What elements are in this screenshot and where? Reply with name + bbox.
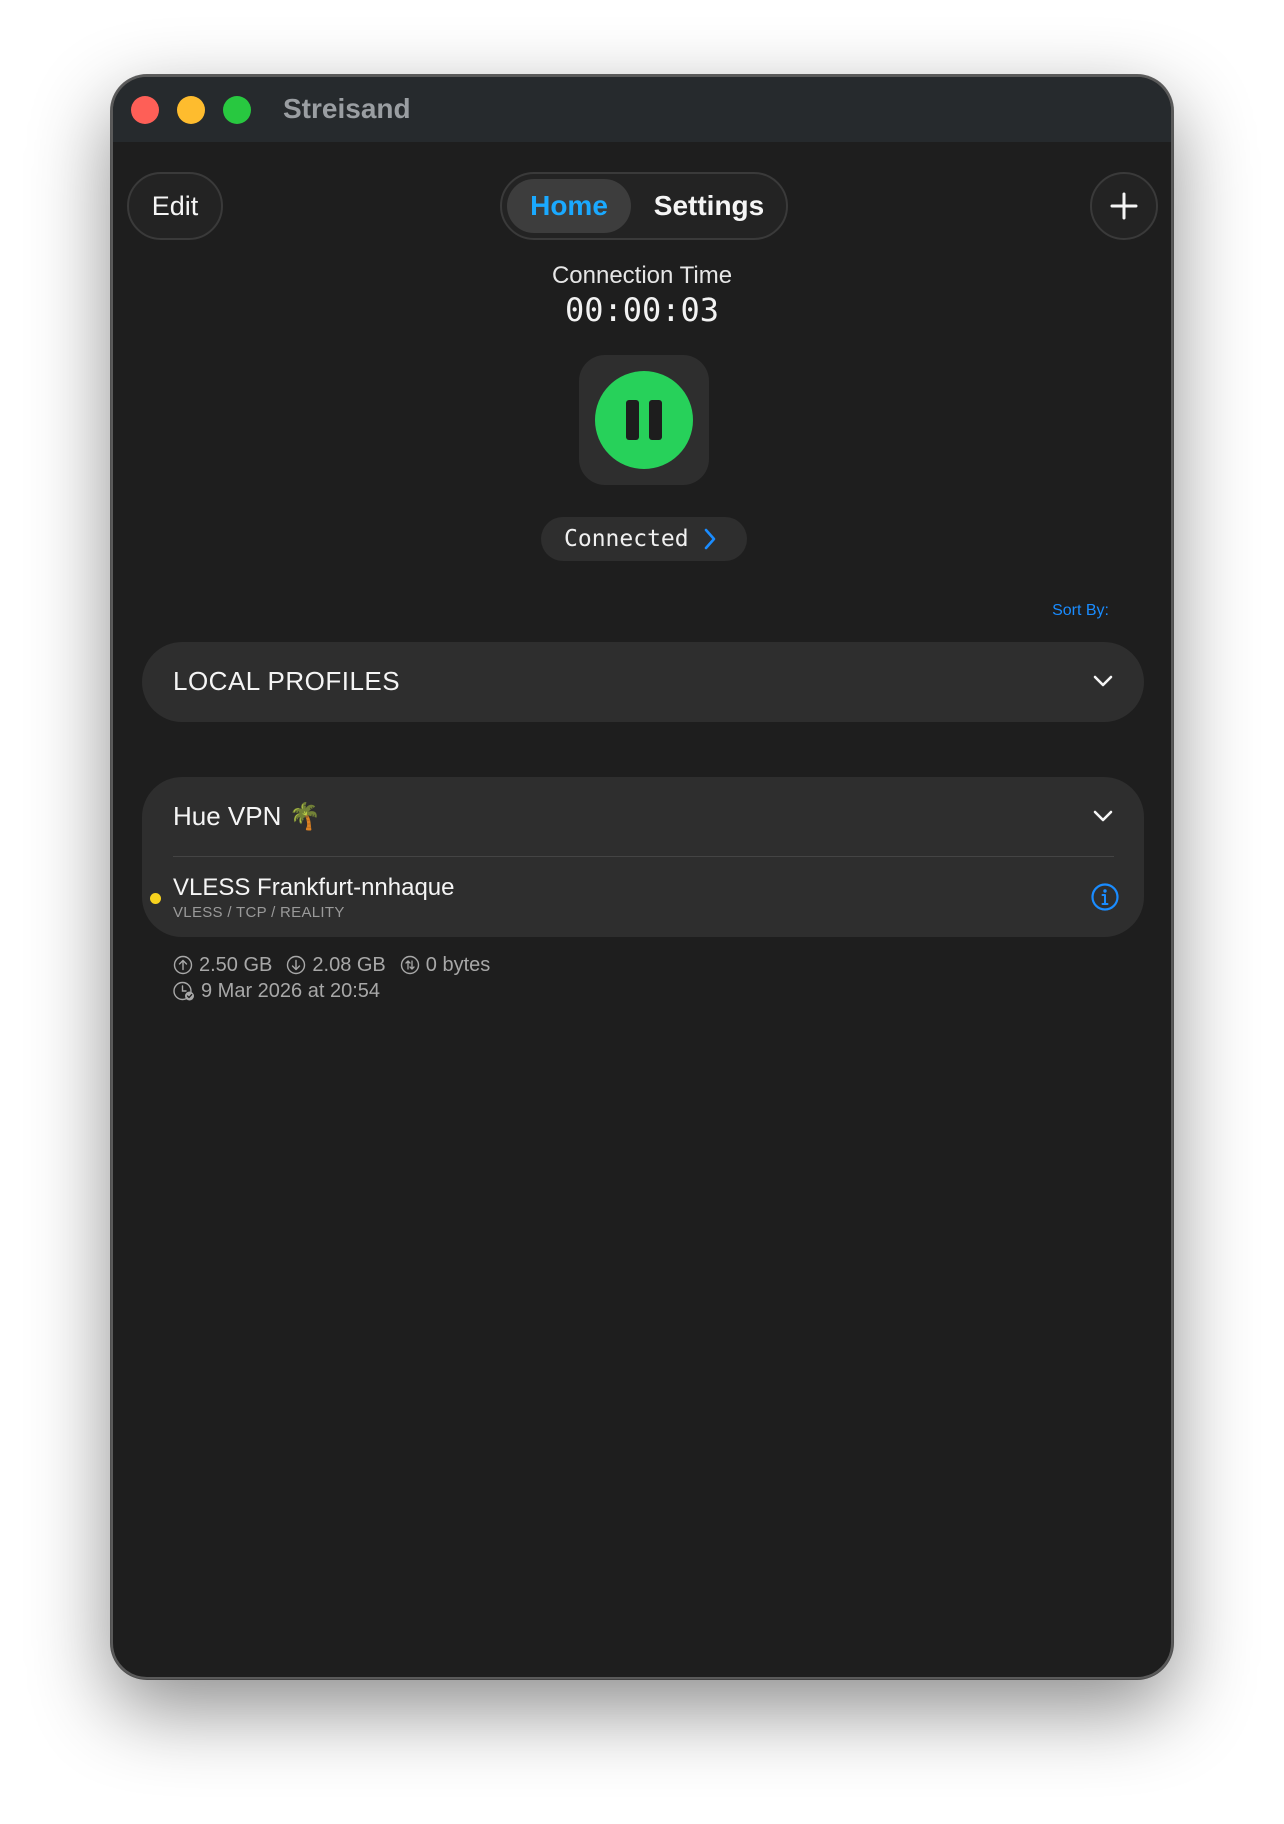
profile-status-dot <box>150 893 161 904</box>
add-profile-button[interactable] <box>1090 172 1158 240</box>
upload-amount: 2.50 GB <box>199 953 273 976</box>
plus-icon <box>1110 192 1138 220</box>
connection-time-label: Connection Time <box>551 262 733 289</box>
info-icon[interactable] <box>1090 882 1120 912</box>
connection-timer: 00:00:03 <box>564 291 720 329</box>
download-icon <box>287 955 306 975</box>
chevron-down-icon <box>1093 675 1113 687</box>
title-bar[interactable]: Streisand <box>113 77 1171 142</box>
close-window-button[interactable] <box>131 96 159 124</box>
connection-status-button[interactable]: Connected <box>541 517 747 561</box>
chevron-right-icon <box>703 527 717 551</box>
last-updated: 9 Mar 2026 at 20:54 <box>201 979 381 1002</box>
download-amount: 2.08 GB <box>312 953 386 976</box>
tab-settings[interactable]: Settings <box>637 179 781 233</box>
minimize-window-button[interactable] <box>177 96 205 124</box>
app-window: Streisand Edit Home Settings Connection … <box>111 75 1173 1679</box>
total-amount: 0 bytes <box>425 953 491 976</box>
upload-icon <box>173 955 193 975</box>
edit-button[interactable]: Edit <box>127 172 223 240</box>
tab-switcher: Home Settings <box>500 172 788 240</box>
group-local-profiles[interactable]: LOCAL PROFILES <box>142 642 1144 722</box>
chevron-down-icon[interactable] <box>1092 805 1114 827</box>
sort-by-button[interactable]: Sort By: <box>1052 602 1109 620</box>
group-hue-vpn: Hue VPN 🌴 VLESS Frankfurt-nnhaque VLESS … <box>142 777 1144 937</box>
power-button-frame <box>579 355 709 485</box>
profile-name[interactable]: VLESS Frankfurt-nnhaque <box>173 874 455 902</box>
transfer-icon <box>400 955 419 975</box>
disconnect-button[interactable] <box>595 371 693 469</box>
divider <box>173 856 1114 857</box>
profile-protocol: VLESS / TCP / REALITY <box>173 904 345 921</box>
profile-stats: 2.50 GB 2.08 GB 0 bytes 9 Mar 2026 at 20… <box>173 952 504 1004</box>
group-title[interactable]: Hue VPN 🌴 <box>173 801 321 832</box>
tab-home[interactable]: Home <box>507 179 631 233</box>
connection-status-text: Connected <box>564 526 689 552</box>
group-title: LOCAL PROFILES <box>173 666 401 696</box>
clock-icon <box>173 981 194 1001</box>
window-title: Streisand <box>283 93 411 124</box>
zoom-window-button[interactable] <box>223 96 251 124</box>
